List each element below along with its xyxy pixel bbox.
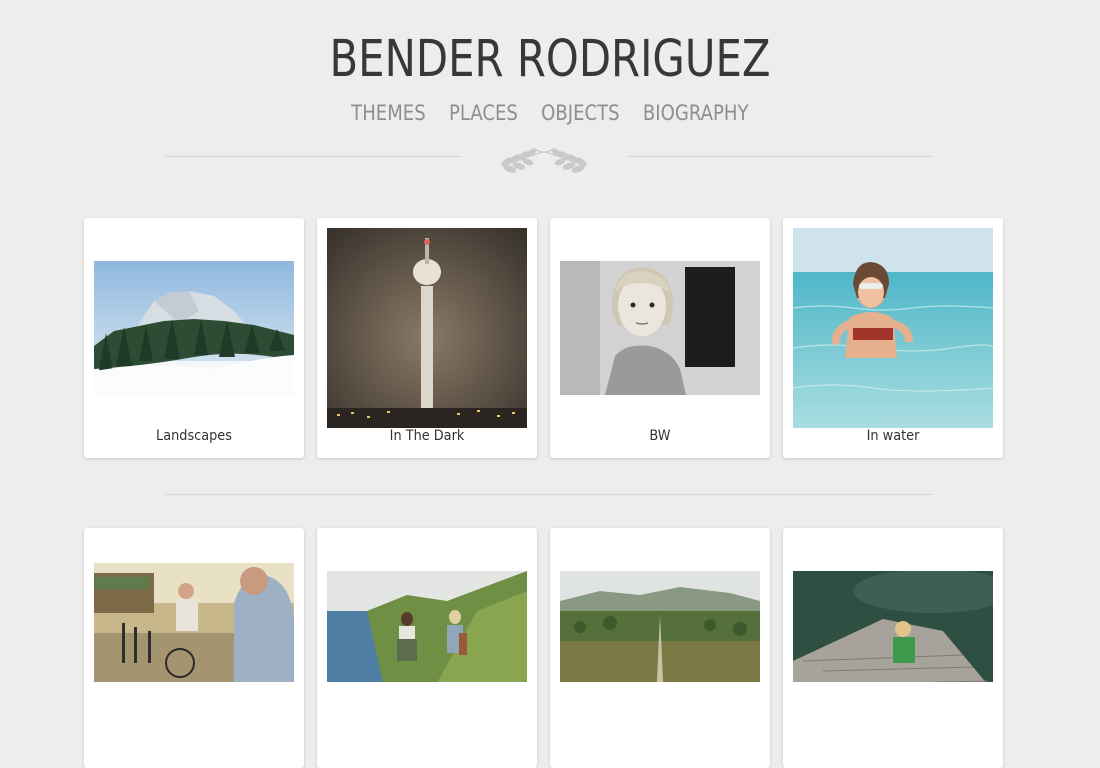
laurel-ornament-icon: [500, 147, 588, 173]
gallery-card-8[interactable]: [783, 528, 1003, 768]
tv-tower-night-photo: [327, 228, 527, 428]
card-caption: In water: [866, 428, 920, 444]
section-divider: [165, 494, 932, 495]
girl-portrait-bw-photo: [560, 261, 760, 395]
main-nav: THEMES PLACES OBJECTS BIOGRAPHY: [77, 101, 1023, 125]
nav-themes[interactable]: THEMES: [351, 101, 425, 125]
coast-hikers-photo: [327, 571, 527, 682]
header-divider-left: [165, 156, 462, 157]
gallery-card-in-water[interactable]: In water: [783, 218, 1003, 458]
gallery-card-5[interactable]: [84, 528, 304, 768]
street-cyclist-photo: [94, 563, 294, 682]
gallery-card-6[interactable]: [317, 528, 537, 768]
header-divider-right: [628, 156, 932, 157]
nav-objects[interactable]: OBJECTS: [541, 101, 619, 125]
card-caption: Landscapes: [156, 428, 232, 444]
card-caption: In The Dark: [389, 428, 465, 444]
nav-biography[interactable]: BIOGRAPHY: [643, 101, 749, 125]
child-in-water-photo: [793, 228, 993, 428]
card-caption: BW: [649, 428, 671, 444]
gallery-card-7[interactable]: [550, 528, 770, 768]
highland-road-photo: [560, 571, 760, 682]
gallery-card-in-the-dark[interactable]: In The Dark: [317, 218, 537, 458]
snowy-mountain-photo: [94, 261, 294, 396]
gallery-card-landscapes[interactable]: Landscapes: [84, 218, 304, 458]
gallery-card-bw[interactable]: BW: [550, 218, 770, 458]
nav-places[interactable]: PLACES: [449, 101, 518, 125]
child-on-pier-photo: [793, 571, 993, 682]
site-title: BENDER RODRIGUEZ: [329, 30, 771, 89]
